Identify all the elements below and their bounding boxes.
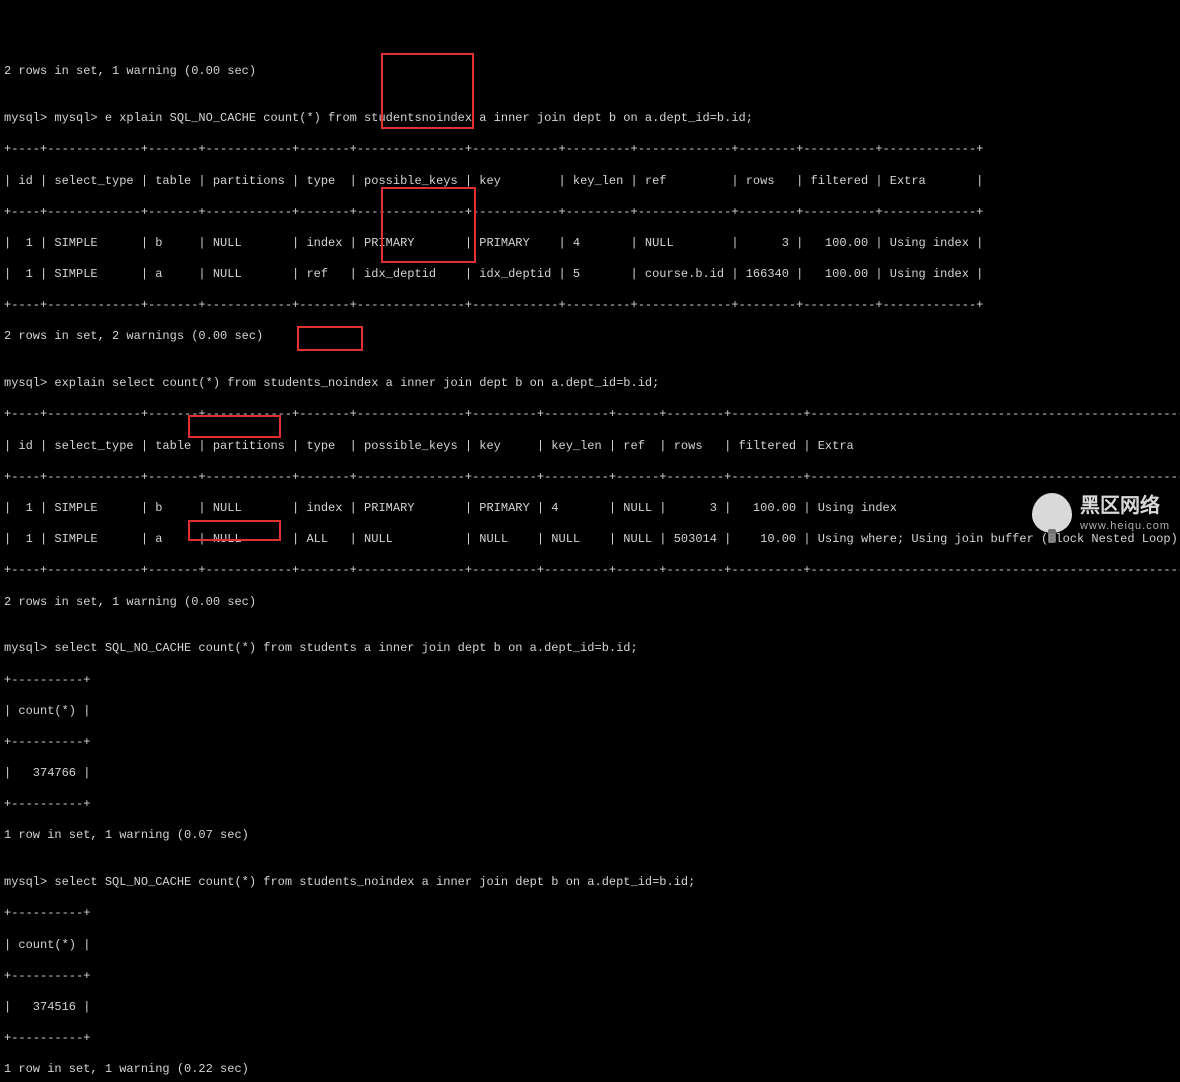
table-border: +----------+ [4, 673, 1176, 689]
sql-command: mysql> select SQL_NO_CACHE count(*) from… [4, 641, 1176, 657]
result-summary: 2 rows in set, 2 warnings (0.00 sec) [4, 329, 1176, 345]
table-border: +----+-------------+-------+------------… [4, 298, 1176, 314]
table-row: | 374516 | [4, 1000, 1176, 1016]
table-header: | id | select_type | table | partitions … [4, 174, 1176, 190]
result-summary: 1 row in set, 1 warning (0.07 sec) [4, 828, 1176, 844]
table-row: | 1 | SIMPLE | b | NULL | index | PRIMAR… [4, 236, 1176, 252]
highlight-box [381, 187, 476, 263]
table-header: | count(*) | [4, 704, 1176, 720]
table-border: +----------+ [4, 906, 1176, 922]
table-border: +----+-------------+-------+------------… [4, 563, 1176, 579]
table-border: +----+-------------+-------+------------… [4, 142, 1176, 158]
result-summary: 1 row in set, 1 warning (0.22 sec) [4, 1062, 1176, 1078]
table-border: +----+-------------+-------+------------… [4, 205, 1176, 221]
table-border: +----------+ [4, 797, 1176, 813]
table-border: +----+-------------+-------+------------… [4, 407, 1176, 423]
table-row: | 1 | SIMPLE | b | NULL | index | PRIMAR… [4, 501, 1176, 517]
table-border: +----------+ [4, 735, 1176, 751]
table-row: | 1 | SIMPLE | a | NULL | ref | idx_dept… [4, 267, 1176, 283]
table-border: +----+-------------+-------+------------… [4, 470, 1176, 486]
sql-command: mysql> explain select count(*) from stud… [4, 376, 1176, 392]
table-row: | 374766 | [4, 766, 1176, 782]
table-border: +----------+ [4, 969, 1176, 985]
result-summary: 2 rows in set, 1 warning (0.00 sec) [4, 595, 1176, 611]
terminal-output-line: 2 rows in set, 1 warning (0.00 sec) [4, 64, 1176, 80]
sql-command: mysql> select SQL_NO_CACHE count(*) from… [4, 875, 1176, 891]
table-border: +----------+ [4, 1031, 1176, 1047]
sql-command: mysql> mysql> e xplain SQL_NO_CACHE coun… [4, 111, 1176, 127]
table-header: | id | select_type | table | partitions … [4, 439, 1176, 455]
table-row: | 1 | SIMPLE | a | NULL | ALL | NULL | N… [4, 532, 1176, 548]
watermark-url: www.heiqu.com [1080, 519, 1170, 533]
table-header: | count(*) | [4, 938, 1176, 954]
